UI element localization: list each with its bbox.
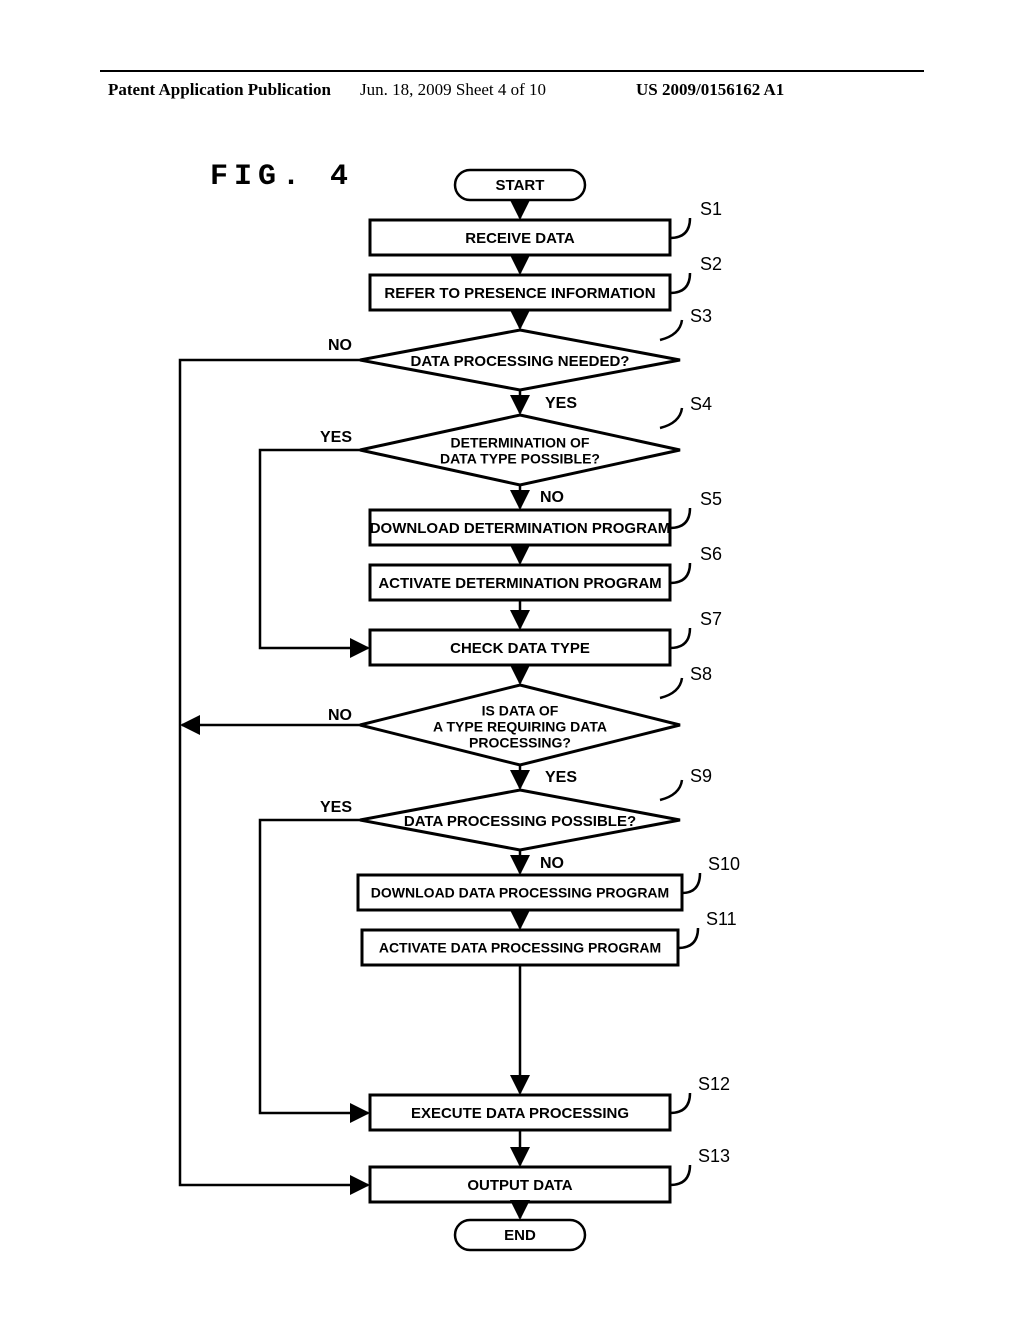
svg-text:ACTIVATE DETERMINATION PROGRAM: ACTIVATE DETERMINATION PROGRAM bbox=[378, 575, 661, 592]
label-s1: S1 bbox=[700, 199, 722, 219]
terminal-start-label: START bbox=[496, 177, 545, 194]
header-middle: Jun. 18, 2009 Sheet 4 of 10 bbox=[360, 80, 546, 100]
label-s6: S6 bbox=[700, 544, 722, 564]
label-s2: S2 bbox=[700, 254, 722, 274]
header-rule bbox=[100, 70, 924, 72]
label-s9: S9 bbox=[690, 766, 712, 786]
label-s3: S3 bbox=[690, 306, 712, 326]
page: Patent Application Publication Jun. 18, … bbox=[0, 0, 1024, 1320]
header-left: Patent Application Publication bbox=[108, 80, 331, 100]
svg-text:DETERMINATION OF: DETERMINATION OF bbox=[451, 435, 590, 451]
svg-text:OUTPUT DATA: OUTPUT DATA bbox=[467, 1177, 572, 1194]
label-s7: S7 bbox=[700, 609, 722, 629]
svg-text:PROCESSING?: PROCESSING? bbox=[469, 735, 571, 751]
svg-text:REFER TO PRESENCE INFORMATION: REFER TO PRESENCE INFORMATION bbox=[384, 285, 655, 302]
flowchart: START RECEIVE DATA S1 REFER TO PRESENCE … bbox=[140, 150, 880, 1260]
svg-text:DOWNLOAD DATA PROCESSING PROGR: DOWNLOAD DATA PROCESSING PROGRAM bbox=[371, 885, 669, 901]
label-s5: S5 bbox=[700, 489, 722, 509]
label-s13: S13 bbox=[698, 1146, 730, 1166]
terminal-end-label: END bbox=[504, 1227, 536, 1244]
svg-text:YES: YES bbox=[320, 429, 352, 446]
svg-text:DATA PROCESSING NEEDED?: DATA PROCESSING NEEDED? bbox=[411, 353, 630, 370]
svg-text:RECEIVE DATA: RECEIVE DATA bbox=[465, 230, 575, 247]
svg-text:A TYPE REQUIRING DATA: A TYPE REQUIRING DATA bbox=[433, 719, 607, 735]
svg-text:YES: YES bbox=[320, 799, 352, 816]
svg-text:EXECUTE DATA PROCESSING: EXECUTE DATA PROCESSING bbox=[411, 1105, 629, 1122]
svg-text:IS DATA OF: IS DATA OF bbox=[482, 703, 559, 719]
svg-text:YES: YES bbox=[545, 395, 577, 412]
svg-text:DATA TYPE POSSIBLE?: DATA TYPE POSSIBLE? bbox=[440, 451, 600, 467]
label-s10: S10 bbox=[708, 854, 740, 874]
header-right: US 2009/0156162 A1 bbox=[636, 80, 784, 100]
svg-text:DOWNLOAD DETERMINATION PROGRAM: DOWNLOAD DETERMINATION PROGRAM bbox=[370, 520, 671, 537]
label-s4: S4 bbox=[690, 394, 712, 414]
svg-text:NO: NO bbox=[328, 337, 352, 354]
label-s11: S11 bbox=[706, 909, 737, 929]
svg-text:NO: NO bbox=[328, 707, 352, 724]
svg-text:DATA PROCESSING POSSIBLE?: DATA PROCESSING POSSIBLE? bbox=[404, 813, 636, 830]
svg-text:YES: YES bbox=[545, 769, 577, 786]
svg-text:NO: NO bbox=[540, 855, 564, 872]
label-s12: S12 bbox=[698, 1074, 730, 1094]
svg-text:CHECK DATA TYPE: CHECK DATA TYPE bbox=[450, 640, 590, 657]
svg-text:ACTIVATE DATA PROCESSING PROGR: ACTIVATE DATA PROCESSING PROGRAM bbox=[379, 940, 661, 956]
svg-text:NO: NO bbox=[540, 489, 564, 506]
label-s8: S8 bbox=[690, 664, 712, 684]
